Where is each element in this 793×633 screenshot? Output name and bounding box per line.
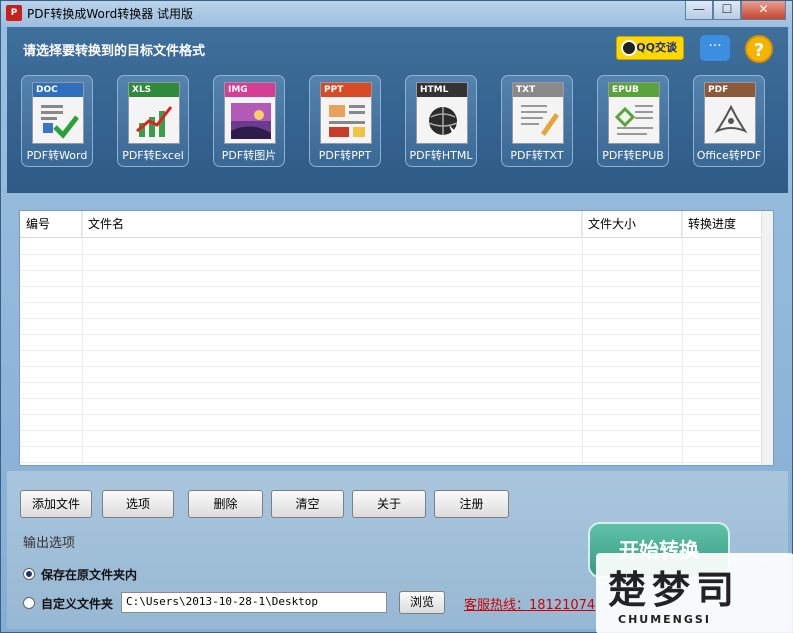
format-label: PDF转PPT [318, 149, 372, 162]
support-hotline-link[interactable]: 客服热线：18121074 [464, 594, 595, 613]
keep-original-radio[interactable] [23, 568, 35, 580]
col-header-filename[interactable]: 文件名 [82, 211, 582, 238]
format-label: PDF转HTML [409, 149, 473, 162]
format-label: PDF转TXT [510, 149, 564, 162]
table-body [20, 239, 773, 465]
format-txt[interactable]: TXT PDF转TXT [501, 75, 573, 167]
format-excel[interactable]: XLS PDF转Excel [117, 75, 189, 167]
column-divider [582, 211, 583, 465]
title-bar[interactable]: P PDF转换成Word转换器 试用版 — ☐ ✕ [1, 1, 792, 25]
col-header-number[interactable]: 编号 [20, 211, 82, 238]
format-office-to-pdf[interactable]: PDF Office转PDF [693, 75, 765, 167]
format-panel: 请选择要转换到的目标文件格式 QQ交谈 ··· ? DOC PDF转Word X… [7, 27, 788, 193]
column-divider [682, 211, 683, 465]
image-icon: IMG [224, 82, 276, 144]
clear-button[interactable]: 清空 [271, 490, 344, 518]
format-label: Office转PDF [696, 149, 762, 162]
output-options-title: 输出选项 [23, 536, 76, 551]
format-image[interactable]: IMG PDF转图片 [213, 75, 285, 167]
format-prompt: 请选择要转换到的目标文件格式 [23, 44, 206, 59]
watermark-logo: 楚梦司 CHUMENGSI [596, 553, 793, 633]
format-label: PDF转EPUB [602, 149, 664, 162]
pdf-acrobat-icon: PDF [704, 82, 756, 144]
watermark-subtext: CHUMENGSI [618, 613, 711, 626]
chat-bubble-icon[interactable]: ··· [700, 35, 730, 61]
format-epub[interactable]: EPUB PDF转EPUB [597, 75, 669, 167]
add-file-button[interactable]: 添加文件 [20, 490, 92, 518]
register-button[interactable]: 注册 [434, 490, 509, 518]
custom-folder-label[interactable]: 自定义文件夹 [41, 595, 113, 612]
question-mark-icon[interactable]: ? [745, 35, 773, 63]
word-doc-icon: DOC [32, 82, 84, 144]
close-button[interactable]: ✕ [741, 1, 786, 20]
options-button[interactable]: 选项 [102, 490, 174, 518]
format-list: DOC PDF转Word XLS PDF转Excel IMG PDF转图片 PP… [21, 75, 765, 167]
format-word[interactable]: DOC PDF转Word [21, 75, 93, 167]
custom-folder-radio[interactable] [23, 597, 35, 609]
col-header-progress[interactable]: 转换进度 [682, 211, 762, 238]
ppt-icon: PPT [320, 82, 372, 144]
pdf-icon: P [6, 5, 22, 21]
html-globe-icon: HTML [416, 82, 468, 144]
table-header: 编号 文件名 文件大小 转换进度 [20, 211, 773, 238]
qq-chat-button[interactable]: QQ交谈 [616, 36, 684, 60]
watermark-text: 楚梦司 [608, 568, 741, 612]
format-label: PDF转图片 [221, 149, 277, 162]
qq-penguin-icon [621, 40, 637, 56]
file-list[interactable]: 编号 文件名 文件大小 转换进度 [19, 210, 774, 466]
output-path-field[interactable]: C:\Users\2013-10-28-1\Desktop [121, 592, 387, 613]
column-divider [82, 211, 83, 465]
txt-pencil-icon: TXT [512, 82, 564, 144]
col-header-filesize[interactable]: 文件大小 [582, 211, 682, 238]
window-controls: — ☐ ✕ [685, 1, 786, 20]
format-label: PDF转Word [26, 149, 88, 162]
vertical-scrollbar[interactable] [761, 211, 773, 465]
browse-button[interactable]: 浏览 [399, 591, 445, 614]
excel-chart-icon: XLS [128, 82, 180, 144]
app-window: P PDF转换成Word转换器 试用版 — ☐ ✕ 请选择要转换到的目标文件格式… [0, 0, 793, 633]
keep-original-label[interactable]: 保存在原文件夹内 [41, 566, 137, 583]
minimize-button[interactable]: — [685, 1, 713, 20]
epub-icon: EPUB [608, 82, 660, 144]
format-label: PDF转Excel [122, 149, 184, 162]
qq-chat-label: QQ交谈 [636, 41, 677, 54]
about-button[interactable]: 关于 [352, 490, 426, 518]
maximize-button[interactable]: ☐ [713, 1, 741, 20]
format-html[interactable]: HTML PDF转HTML [405, 75, 477, 167]
window-title: PDF转换成Word转换器 试用版 [27, 7, 194, 21]
format-ppt[interactable]: PPT PDF转PPT [309, 75, 381, 167]
delete-button[interactable]: 删除 [188, 490, 263, 518]
